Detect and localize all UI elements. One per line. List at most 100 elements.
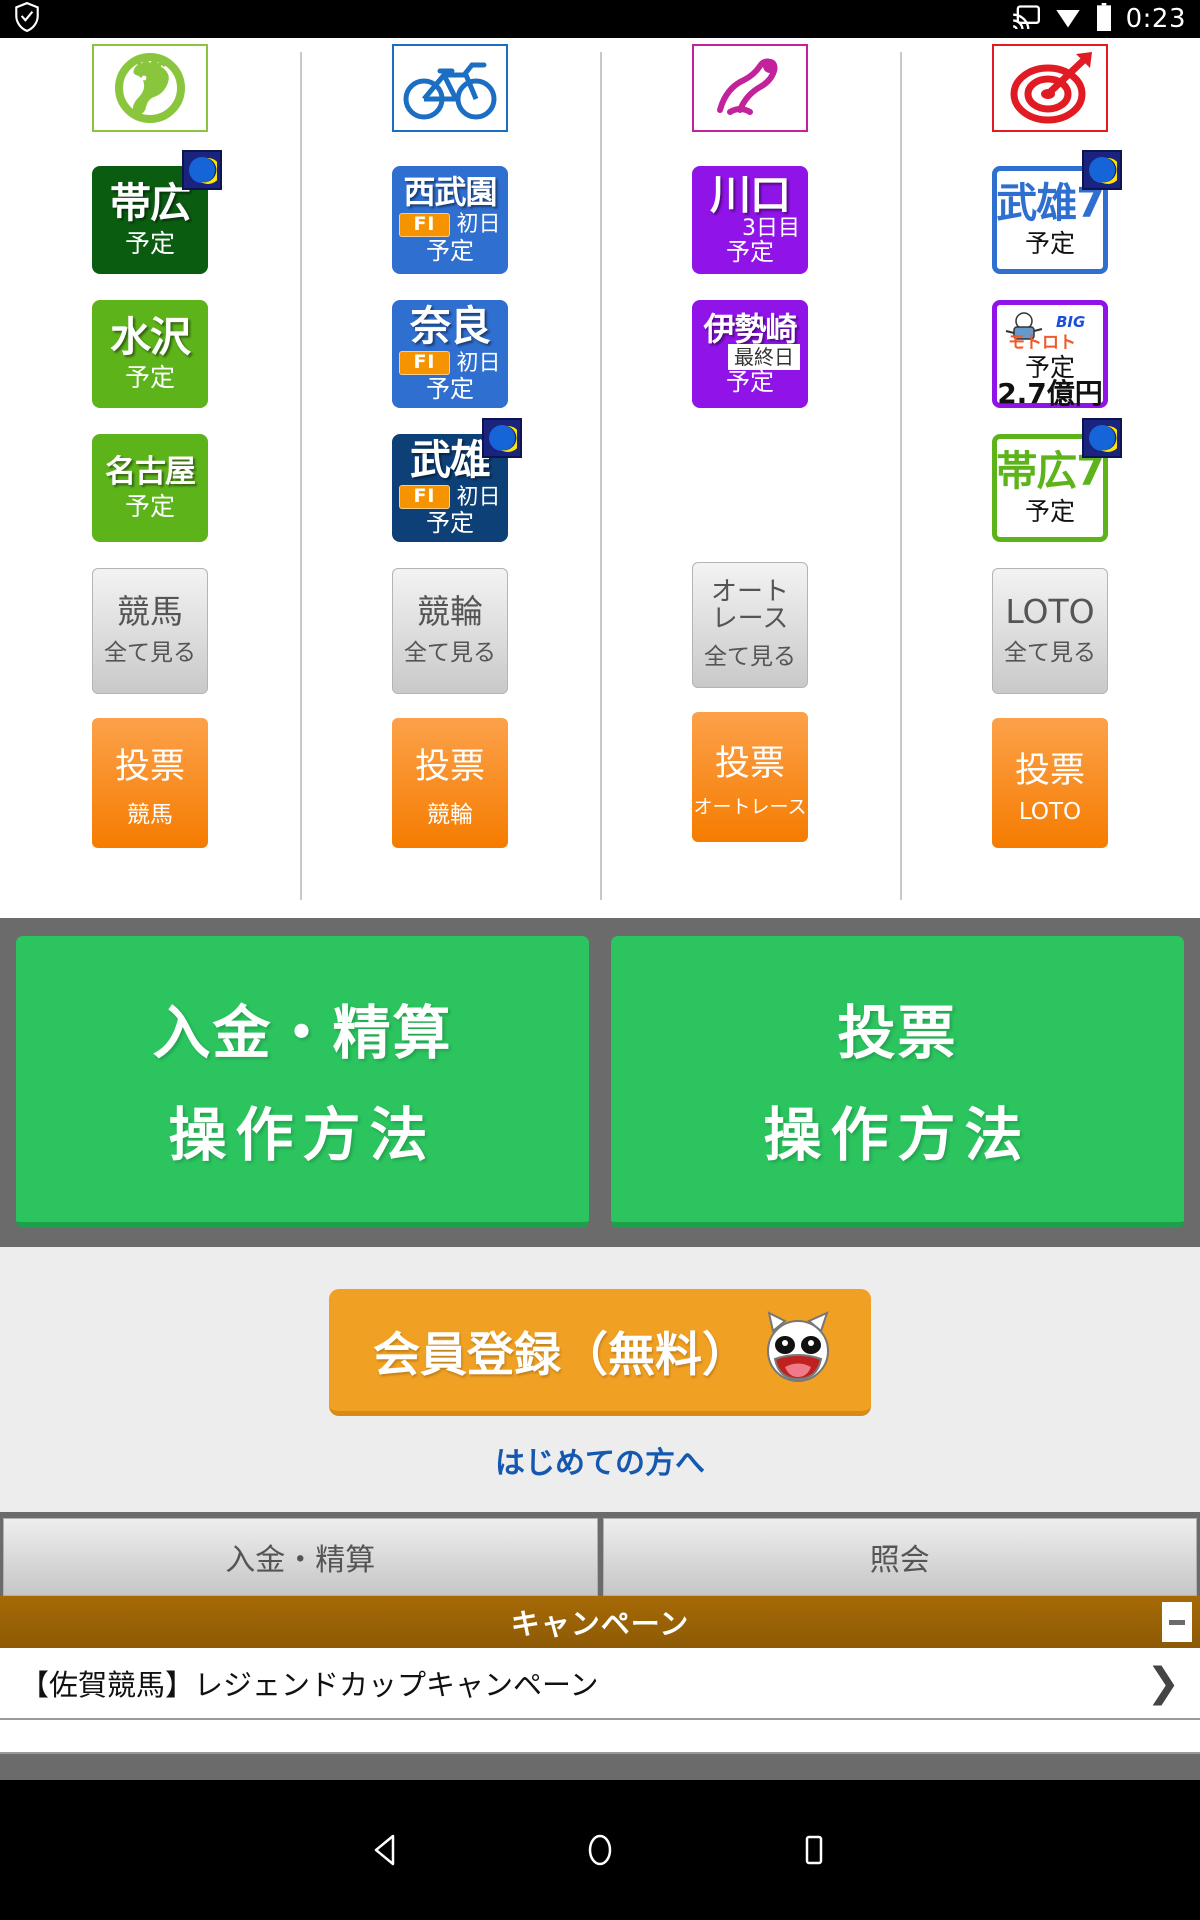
venue-status: 予定 [726,370,774,395]
howto-deposit-settlement-banner[interactable]: 入金・精算 操作方法 [16,936,589,1228]
svg-text:BIG: BIG [1056,313,1085,331]
venue-card: 名古屋 予定 [92,434,208,542]
see-all-main: LOTO [1005,595,1094,630]
recents-square-icon[interactable] [792,1828,836,1872]
horse-head-icon[interactable] [92,44,208,132]
venue-name: 名古屋 [105,456,195,489]
tab-inquiry[interactable]: 照会 [603,1518,1198,1596]
dart-target-icon[interactable] [992,44,1108,132]
grade-badge: FI [399,213,449,237]
venue-status: 予定 [125,494,175,520]
venue-item[interactable]: 武雄7 予定 [992,166,1108,274]
bottom-tab-bar: 入金・精算 照会 [0,1515,1200,1596]
venue-item[interactable]: 西武園 FI 初日 予定 [392,166,508,274]
venue-item[interactable]: 帯広7 予定 [992,434,1108,542]
member-registration-button[interactable]: 会員登録（無料） [329,1289,871,1416]
see-all-button-keiba[interactable]: 競馬 全て見る [92,568,208,694]
jackpot-amount: 2.7億円 [997,379,1103,408]
motorcycle-icon[interactable] [692,44,808,132]
campaign-header: キャンペーン [0,1596,1200,1648]
venue-name: 帯広 [110,182,190,225]
bicycle-icon[interactable] [392,44,508,132]
see-all-sub: 全て見る [104,633,196,667]
venue-card: 奈良 FI 初日 予定 [392,300,508,408]
venue-day: 初日 [457,352,501,375]
see-all-sub: 全て見る [404,633,496,667]
night-moon-icon [482,418,522,458]
see-all-main: 競輪 [417,595,483,630]
venue-meta: FI 初日 [399,351,500,375]
see-all-sub: 全て見る [704,637,796,671]
chevron-right-icon: ❯ [1146,1660,1180,1706]
howto-banner-row: 入金・精算 操作方法 投票 操作方法 [0,918,1200,1244]
vote-button-autorace[interactable]: 投票 オートレース [692,712,808,842]
campaign-item-title: 【佐賀競馬】レジェンドカップキャンペーン [20,1662,599,1704]
shield-check-icon [14,2,40,36]
venue-day: 3日目 [742,217,800,240]
venue-status: 予定 [426,377,474,402]
venue-item[interactable]: 帯広 予定 [92,166,208,274]
venue-day: 初日 [457,213,501,236]
venue-status: 予定 [426,511,474,536]
howto-line1: 投票 [837,986,957,1070]
venue-item[interactable]: 名古屋 予定 [92,434,208,542]
back-triangle-icon[interactable] [364,1828,408,1872]
venue-item[interactable]: 奈良 FI 初日 予定 [392,300,508,408]
venue-meta: FI 初日 [399,485,500,509]
tab-deposit-settlement[interactable]: 入金・精算 [3,1518,598,1596]
venue-card: 水沢 予定 [92,300,208,408]
home-circle-icon[interactable] [578,1828,622,1872]
category-column-keirin: 西武園 FI 初日 予定 奈良 FI 初日 [300,38,600,918]
vote-sub: LOTO [1019,799,1081,825]
category-column-autorace: 川口 3日目 予定 伊勢崎 最終日 予定 オート [600,38,900,918]
vote-button-keirin[interactable]: 投票 競輪 [392,718,508,848]
venue-status: 予定 [1025,231,1075,257]
see-all-main-line1: オート [711,579,789,606]
category-column-loto: 武雄7 予定 BIG [900,38,1200,918]
vote-sub: オートレース [693,792,806,819]
venue-item[interactable]: BIG モトロト 予定 2.7億円 [992,300,1108,408]
venue-day: 初日 [457,486,501,509]
see-all-main-line2: レース [712,606,789,633]
battery-icon [1096,3,1112,35]
venue-name: 水沢 [110,316,190,359]
member-registration-label: 会員登録（無料） [373,1316,749,1385]
first-time-user-link[interactable]: はじめての方へ [0,1438,1200,1482]
venue-item[interactable]: 水沢 予定 [92,300,208,408]
howto-line2: 操作方法 [763,1088,1031,1172]
vote-main: 投票 [1015,742,1085,793]
venue-status: 予定 [125,231,175,257]
campaign-list-item-partial[interactable] [0,1720,1200,1754]
phone-screen: 0:23 帯広 予定 [0,0,1200,1920]
campaign-section: キャンペーン 【佐賀競馬】レジェンドカップキャンペーン ❯ [0,1596,1200,1754]
see-all-main: 競馬 [117,595,183,630]
campaign-header-title: キャンペーン [511,1601,690,1643]
minimize-icon[interactable] [1162,1602,1192,1642]
venue-name: 西武園 [403,176,496,210]
venue-card: 西武園 FI 初日 予定 [392,166,508,274]
venue-card: BIG モトロト 予定 2.7億円 [992,300,1108,408]
see-all-button-loto[interactable]: LOTO 全て見る [992,568,1108,694]
venue-status: 予定 [726,240,774,265]
night-moon-icon [1082,418,1122,458]
cast-icon [1012,5,1040,33]
venue-item[interactable]: 伊勢崎 最終日 予定 [692,300,808,408]
vote-button-loto[interactable]: 投票 LOTO [992,718,1108,848]
vote-button-keiba[interactable]: 投票 競馬 [92,718,208,848]
vote-main: 投票 [715,735,785,786]
venue-item[interactable]: 武雄 FI 初日 予定 [392,434,508,542]
see-all-button-keirin[interactable]: 競輪 全て見る [392,568,508,694]
campaign-list-item[interactable]: 【佐賀競馬】レジェンドカップキャンペーン ❯ [0,1648,1200,1720]
wifi-icon [1054,5,1082,33]
venue-item[interactable]: 川口 3日目 予定 [692,166,808,274]
venue-name: 奈良 [410,305,490,348]
night-moon-icon [1082,150,1122,190]
see-all-button-autorace[interactable]: オート レース 全て見る [692,562,808,688]
vote-sub: 競輪 [427,795,473,829]
status-bar-clock: 0:23 [1126,4,1186,34]
howto-voting-banner[interactable]: 投票 操作方法 [611,936,1184,1228]
venue-card: 伊勢崎 最終日 予定 [692,300,808,408]
venue-status: 予定 [125,365,175,391]
see-all-sub: 全て見る [1004,633,1096,667]
vote-sub: 競馬 [127,795,173,829]
